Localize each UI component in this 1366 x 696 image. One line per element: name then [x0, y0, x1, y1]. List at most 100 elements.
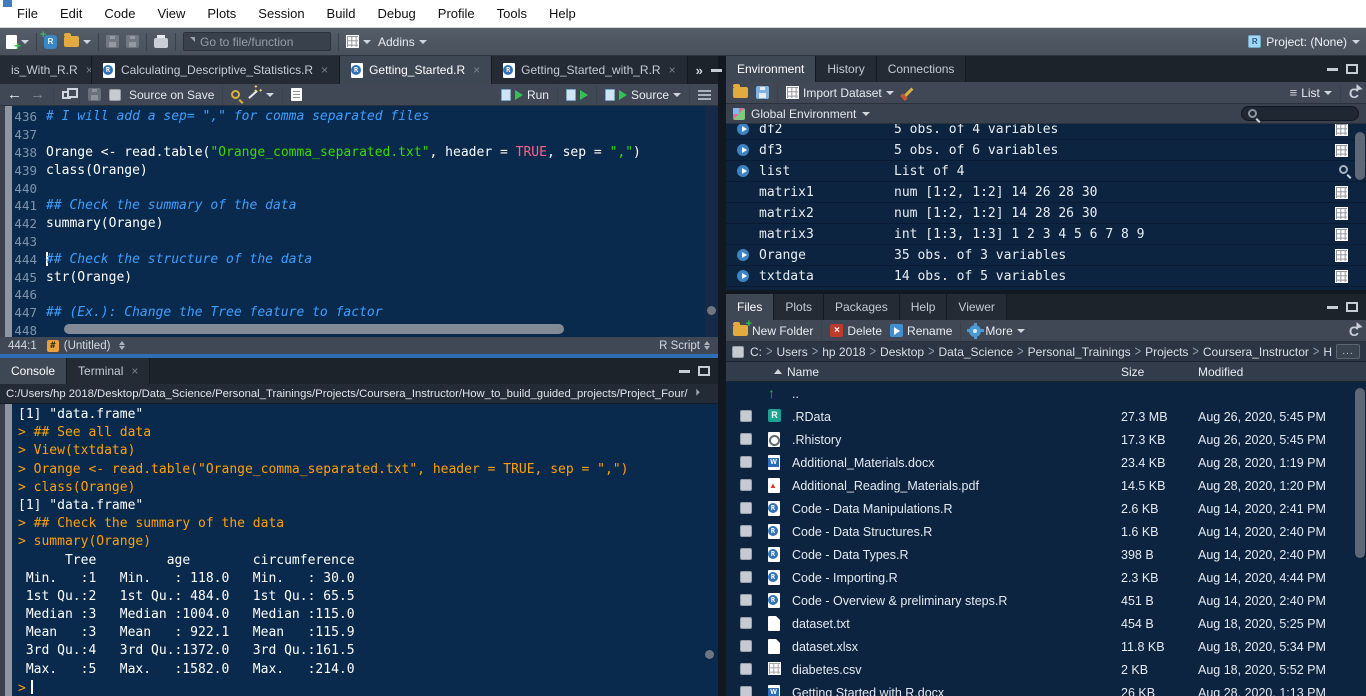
code-editor[interactable]: 436# I will add a sep= "," for comma sep…: [0, 106, 718, 337]
file-name[interactable]: dataset.txt: [792, 617, 850, 631]
tab-environment[interactable]: Environment: [726, 56, 816, 82]
maximize-icon[interactable]: [1346, 302, 1358, 312]
menu-view[interactable]: View: [146, 1, 196, 26]
code-tools-icon[interactable]: [249, 90, 259, 99]
breadcrumb-overflow-button[interactable]: ...: [1336, 344, 1360, 359]
console-tab-console[interactable]: Console: [0, 358, 67, 384]
breadcrumb-item[interactable]: Projects: [1145, 345, 1188, 359]
view-data-icon[interactable]: [1335, 207, 1348, 220]
editor-line[interactable]: 443: [0, 233, 718, 251]
file-name[interactable]: Additional_Reading_Materials.pdf: [792, 479, 979, 493]
view-data-icon[interactable]: [1335, 228, 1348, 241]
tab-files[interactable]: Files: [726, 294, 774, 320]
file-checkbox[interactable]: [740, 479, 752, 491]
save-workspace-icon[interactable]: [756, 86, 769, 99]
file-row[interactable]: Code - Data Structures.R1.6 KBAug 14, 20…: [726, 520, 1366, 543]
maximize-icon[interactable]: [698, 366, 710, 376]
file-checkbox[interactable]: [740, 640, 752, 652]
file-name[interactable]: Code - Importing.R: [792, 571, 898, 585]
file-row[interactable]: Getting Started with R.docx26 KBAug 28, …: [726, 681, 1366, 696]
menu-tools[interactable]: Tools: [486, 1, 538, 26]
close-icon[interactable]: ×: [669, 63, 676, 77]
editor-line[interactable]: 445str(Orange): [0, 268, 718, 286]
environment-scroll-thumb[interactable]: [1355, 132, 1365, 180]
editor-line[interactable]: 438Orange <- read.table("Orange_comma_se…: [0, 144, 718, 162]
run-button[interactable]: Run: [501, 88, 549, 102]
minimize-icon[interactable]: [711, 69, 722, 72]
file-row[interactable]: dataset.xlsx11.8 KBAug 18, 2020, 5:34 PM: [726, 635, 1366, 658]
menu-build[interactable]: Build: [316, 1, 367, 26]
breadcrumb-item[interactable]: hp 2018: [822, 345, 865, 359]
clear-workspace-icon[interactable]: [903, 88, 913, 98]
env-row-list[interactable]: listList of 4: [726, 161, 1366, 182]
minimize-icon[interactable]: [1327, 68, 1338, 71]
breadcrumb-item[interactable]: Data_Science: [939, 345, 1014, 359]
env-view-selector[interactable]: ≡ List: [1290, 85, 1332, 100]
column-size[interactable]: Size: [1121, 365, 1144, 379]
tab-history[interactable]: History: [816, 56, 876, 82]
file-checkbox[interactable]: [740, 410, 752, 422]
open-in-files-icon[interactable]: [689, 388, 700, 399]
env-row-Orange[interactable]: Orange35 obs. of 3 variables: [726, 245, 1366, 266]
editor-line[interactable]: 440: [0, 179, 718, 197]
editor-line[interactable]: 442summary(Orange): [0, 215, 718, 233]
breadcrumb-item[interactable]: H: [1323, 345, 1332, 359]
column-name[interactable]: Name: [787, 365, 819, 379]
file-checkbox[interactable]: [740, 571, 752, 583]
console-output[interactable]: [1] "data.frame"> ## See all data> View(…: [0, 404, 718, 696]
expand-icon[interactable]: [737, 270, 749, 282]
tab-help[interactable]: Help: [900, 294, 948, 320]
file-name[interactable]: dataset.xlsx: [792, 640, 858, 654]
source-button[interactable]: Source: [605, 88, 681, 102]
new-file-button[interactable]: [6, 35, 29, 49]
magnifier-icon[interactable]: [1339, 165, 1348, 174]
editor-line[interactable]: 446: [0, 286, 718, 304]
env-row-df2[interactable]: df25 obs. of 4 variables: [726, 124, 1366, 140]
file-name[interactable]: Additional_Materials.docx: [792, 456, 934, 470]
forward-icon[interactable]: →: [30, 88, 45, 102]
file-checkbox[interactable]: [740, 456, 752, 468]
file-row[interactable]: Additional_Materials.docx23.4 KBAug 28, …: [726, 451, 1366, 474]
document-outline-icon[interactable]: [698, 90, 711, 92]
project-menu[interactable]: Project: (None): [1248, 35, 1360, 49]
menu-help[interactable]: Help: [538, 1, 587, 26]
file-name[interactable]: Code - Data Manipulations.R: [792, 502, 953, 516]
breadcrumb-item[interactable]: Coursera_Instructor: [1203, 345, 1309, 359]
file-name[interactable]: Code - Data Structures.R: [792, 525, 932, 539]
expand-icon[interactable]: [737, 249, 749, 261]
view-data-icon[interactable]: [1335, 186, 1348, 199]
editor-line[interactable]: 436# I will add a sep= "," for comma sep…: [0, 108, 718, 126]
file-name[interactable]: Code - Data Types.R: [792, 548, 909, 562]
close-icon[interactable]: ×: [321, 63, 328, 77]
file-row[interactable]: dataset.txt454 BAug 18, 2020, 5:25 PM: [726, 612, 1366, 635]
file-row[interactable]: .RData27.3 MBAug 26, 2020, 5:45 PM: [726, 405, 1366, 428]
goto-file-input[interactable]: Go to file/function: [183, 32, 331, 51]
search-input[interactable]: [1261, 108, 1341, 120]
expand-icon[interactable]: [737, 124, 749, 135]
minimize-icon[interactable]: [1327, 306, 1338, 309]
save-all-button[interactable]: [126, 35, 139, 48]
source-tab-getting-started-with-r-r[interactable]: Getting_Started_with_R.R×: [492, 56, 687, 84]
environment-search[interactable]: [1241, 106, 1359, 121]
file-checkbox[interactable]: [740, 663, 752, 675]
save-button[interactable]: [106, 35, 119, 48]
env-row-df3[interactable]: df35 obs. of 6 variables: [726, 140, 1366, 161]
file-name[interactable]: .Rhistory: [792, 433, 841, 447]
menu-code[interactable]: Code: [93, 1, 146, 26]
expand-icon[interactable]: [737, 144, 749, 156]
file-name[interactable]: diabetes.csv: [792, 663, 861, 677]
refresh-icon[interactable]: C: [1349, 324, 1359, 338]
import-dataset-button[interactable]: Import Dataset: [786, 86, 894, 100]
editor-line[interactable]: 437: [0, 126, 718, 144]
menu-profile[interactable]: Profile: [427, 1, 486, 26]
menu-debug[interactable]: Debug: [366, 1, 426, 26]
console-tab-terminal[interactable]: Terminal×: [67, 358, 150, 384]
rename-button[interactable]: Rename: [890, 324, 952, 338]
tab-plots[interactable]: Plots: [774, 294, 824, 320]
tab-packages[interactable]: Packages: [824, 294, 900, 320]
file-row[interactable]: diabetes.csv2 KBAug 18, 2020, 5:52 PM: [726, 658, 1366, 681]
view-data-icon[interactable]: [1335, 124, 1348, 136]
menu-plots[interactable]: Plots: [196, 1, 247, 26]
file-row[interactable]: ↑..: [726, 382, 1366, 405]
breadcrumb-item[interactable]: Desktop: [880, 345, 924, 359]
